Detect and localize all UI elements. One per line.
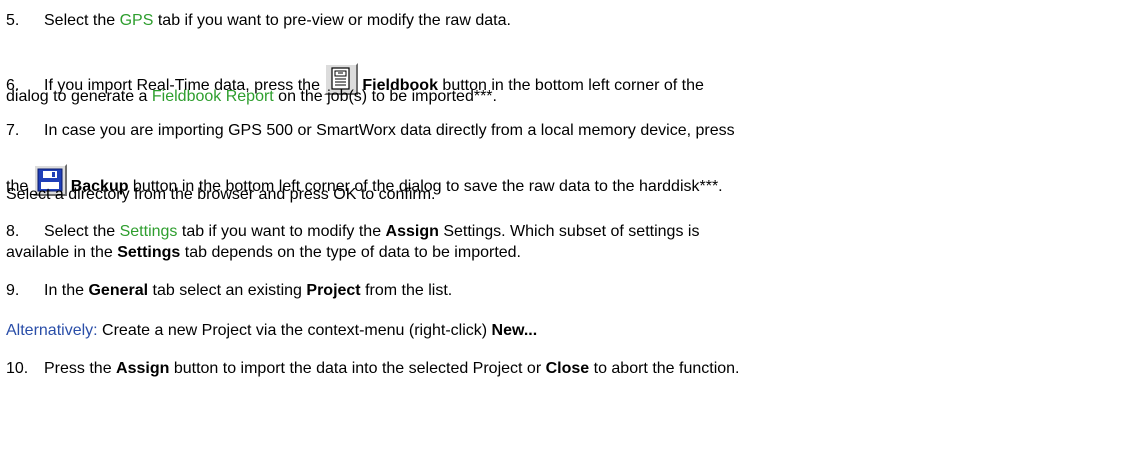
step-6-continued: dialog to generate a Fieldbook Report on… bbox=[6, 87, 497, 106]
step-8: 8. Select the Settings tab if you want to… bbox=[6, 222, 699, 241]
assign-button-label: Assign bbox=[116, 360, 170, 377]
general-label: General bbox=[88, 282, 149, 299]
step-text: from the list. bbox=[360, 282, 453, 299]
assign-label: Assign bbox=[385, 223, 439, 240]
step-text: Select the bbox=[44, 12, 120, 29]
step-text: Select the bbox=[44, 223, 120, 240]
step-text: tab if you want to modify the bbox=[177, 223, 386, 240]
step-7: 7. In case you are importing GPS 500 or S… bbox=[6, 121, 735, 140]
settings-tab-link[interactable]: Settings bbox=[120, 223, 178, 240]
fieldbook-report-link[interactable]: Fieldbook Report bbox=[152, 88, 274, 105]
step-text: Press the bbox=[44, 360, 117, 377]
step-text: tab select an existing bbox=[148, 282, 307, 299]
new-menu-label: New... bbox=[491, 322, 538, 339]
alternatively-label: Alternatively: bbox=[6, 322, 98, 339]
step-text: to abort the function. bbox=[589, 360, 740, 377]
step-text: dialog to generate a bbox=[6, 88, 152, 105]
step-text: tab if you want to pre-view or modify th… bbox=[153, 12, 511, 29]
settings-label: Settings bbox=[117, 244, 181, 261]
project-label: Project bbox=[306, 282, 361, 299]
step-text: available in the bbox=[6, 244, 118, 261]
step-10: 10. Press the Assign button to import the… bbox=[6, 359, 740, 378]
gps-tab-link[interactable]: GPS bbox=[120, 12, 154, 29]
step-number: 7. bbox=[6, 122, 20, 139]
step-text: button to import the data into the selec… bbox=[169, 360, 546, 377]
step-number: 10. bbox=[6, 360, 29, 377]
step-7-continued-2: Select a directory from the browser and … bbox=[6, 185, 436, 204]
step-text: Create a new Project via the context-men… bbox=[97, 322, 492, 339]
step-text: tab depends on the type of data to be im… bbox=[180, 244, 521, 261]
step-text: on the job(s) to be imported***. bbox=[273, 88, 497, 105]
alternative-note: Alternatively: Create a new Project via … bbox=[6, 321, 537, 340]
step-number: 5. bbox=[6, 12, 20, 29]
step-9: 9. In the General tab select an existing … bbox=[6, 281, 452, 300]
close-button-label: Close bbox=[545, 360, 590, 377]
step-text: In the bbox=[44, 282, 89, 299]
step-5: 5. Select the GPS tab if you want to pre-… bbox=[6, 11, 511, 30]
step-text: Select a directory from the browser and … bbox=[6, 186, 436, 203]
step-text: Settings. Which subset of settings is bbox=[438, 223, 700, 240]
step-8-continued: available in the Settings tab depends on… bbox=[6, 243, 521, 262]
step-number: 8. bbox=[6, 223, 20, 240]
step-text: In case you are importing GPS 500 or Sma… bbox=[44, 122, 735, 139]
step-number: 9. bbox=[6, 282, 20, 299]
